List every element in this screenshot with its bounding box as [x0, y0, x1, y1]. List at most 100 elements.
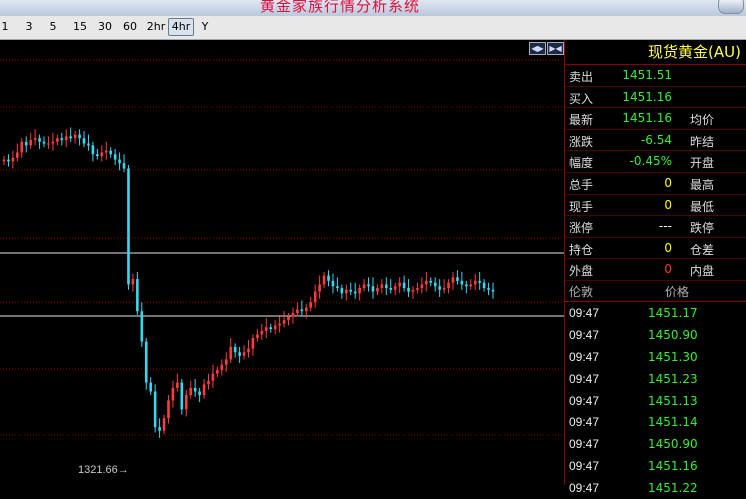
tick-time: 09:47 [569, 415, 600, 430]
period-y[interactable]: Y [199, 19, 211, 35]
quote-label-secondary: 跌停 [690, 221, 715, 236]
tick-row: 09:47 1450.90 [565, 324, 746, 346]
quote-row: 最新 1451.16 均价 [565, 108, 746, 130]
candle-body [91, 145, 95, 155]
candle-body [442, 288, 446, 290]
candle-body [118, 159, 121, 164]
candle-body [20, 141, 24, 153]
quote-label-secondary: 仓差 [690, 242, 715, 257]
quote-row: 现手 0 最低 [565, 195, 746, 217]
period-30[interactable]: 30 [96, 19, 114, 35]
candle-body [207, 380, 210, 385]
tick-row: 09:47 1451.13 [565, 390, 746, 412]
ticks-header-time: 伦敦 [569, 284, 594, 299]
candle-body [469, 284, 473, 287]
quote-value: 1451.16 [622, 89, 672, 104]
candle-body [73, 134, 77, 139]
candle-body [260, 330, 264, 335]
quote-label: 外盘 [569, 264, 594, 279]
candle-body [193, 387, 197, 392]
scroll-right-icon[interactable]: ▶◀ [547, 42, 564, 55]
candle-body [487, 288, 490, 290]
quote-row: 卖出 1451.51 [565, 65, 746, 87]
low-price-label: 1321.66→ [78, 464, 129, 476]
quote-value: -0.45% [629, 154, 672, 169]
tick-price: 1451.16 [648, 459, 698, 474]
candle-body [367, 284, 370, 287]
candle-body [273, 325, 277, 330]
candle-body [460, 280, 464, 285]
quote-label-secondary: 最高 [690, 177, 715, 192]
candle-body [327, 275, 330, 281]
tick-time: 09:47 [569, 393, 600, 408]
tick-price: 1450.90 [648, 327, 698, 342]
candle-body [296, 309, 299, 313]
quote-label: 幅度 [569, 156, 594, 171]
candle-body [24, 141, 28, 146]
quote-label: 最新 [569, 113, 594, 128]
period-1[interactable]: 1 [0, 19, 10, 35]
candle-body [2, 159, 6, 162]
candle-body [189, 387, 193, 396]
candle-body [380, 284, 384, 289]
quote-row: 涨停 --- 跌停 [565, 216, 746, 238]
quote-label-secondary: 均价 [690, 113, 715, 128]
quote-value: 0 [664, 262, 672, 277]
candle-body [184, 395, 188, 410]
candle-body [220, 364, 224, 371]
candle-body [136, 279, 139, 312]
quote-label: 涨跌 [569, 134, 594, 149]
candle-body [465, 284, 468, 287]
candle-body [313, 291, 317, 303]
candle-body [322, 275, 326, 285]
ticks-header: 伦敦 价格 [565, 281, 746, 302]
instrument-name: 现货黄金(AU) [565, 40, 746, 65]
candle-body [416, 288, 419, 290]
candle-body [433, 282, 437, 287]
tick-time: 09:47 [569, 459, 600, 474]
ticks-header-price: 价格 [665, 284, 690, 299]
candle-body [349, 289, 353, 292]
period-2hr[interactable]: 2hr [145, 19, 167, 35]
candle-body [233, 346, 237, 353]
candle-body [29, 139, 32, 146]
tick-row: 09:47 1451.16 [565, 455, 746, 477]
window-button[interactable] [718, 0, 744, 14]
quote-label: 持仓 [569, 242, 594, 257]
tick-time: 09:47 [569, 349, 600, 364]
candle-body [158, 427, 161, 431]
candle-body [389, 288, 393, 290]
candle-body [447, 282, 450, 289]
quote-label-secondary: 开盘 [690, 156, 715, 171]
candle-body [16, 152, 19, 158]
candle-body [309, 302, 313, 308]
quote-panel: 现货黄金(AU) 卖出 1451.51 买入 1451.16 最新 1451.16 均价 涨跌… [564, 40, 746, 495]
candle-body [33, 138, 37, 140]
period-3[interactable]: 3 [23, 19, 35, 35]
candle-body [318, 284, 321, 292]
period-15[interactable]: 15 [71, 19, 89, 35]
quote-value: 0 [664, 240, 672, 255]
scroll-left-icon[interactable]: ◀▶ [529, 42, 546, 55]
candle-body [171, 387, 175, 401]
candle-body [78, 134, 81, 139]
quote-value: -6.54 [640, 132, 672, 147]
candle-body [331, 280, 335, 287]
candle-body [216, 370, 219, 374]
candle-body [100, 152, 104, 157]
quote-value: --- [659, 219, 672, 234]
tick-price: 1451.17 [648, 305, 698, 320]
period-5[interactable]: 5 [47, 19, 59, 35]
period-4hr[interactable]: 4hr [168, 18, 194, 36]
candle-body [122, 163, 126, 169]
quote-value: 1451.16 [622, 111, 672, 126]
candle-body [398, 282, 401, 287]
candle-body [144, 341, 148, 383]
candle-body [256, 334, 259, 338]
candlestick-chart[interactable]: ◀▶ ▶◀ 1321.66→ [0, 40, 564, 485]
tick-price: 1451.30 [648, 349, 698, 364]
tick-price: 1451.14 [648, 415, 698, 430]
candle-body [242, 352, 246, 356]
period-60[interactable]: 60 [121, 19, 139, 35]
candle-body [96, 154, 99, 157]
